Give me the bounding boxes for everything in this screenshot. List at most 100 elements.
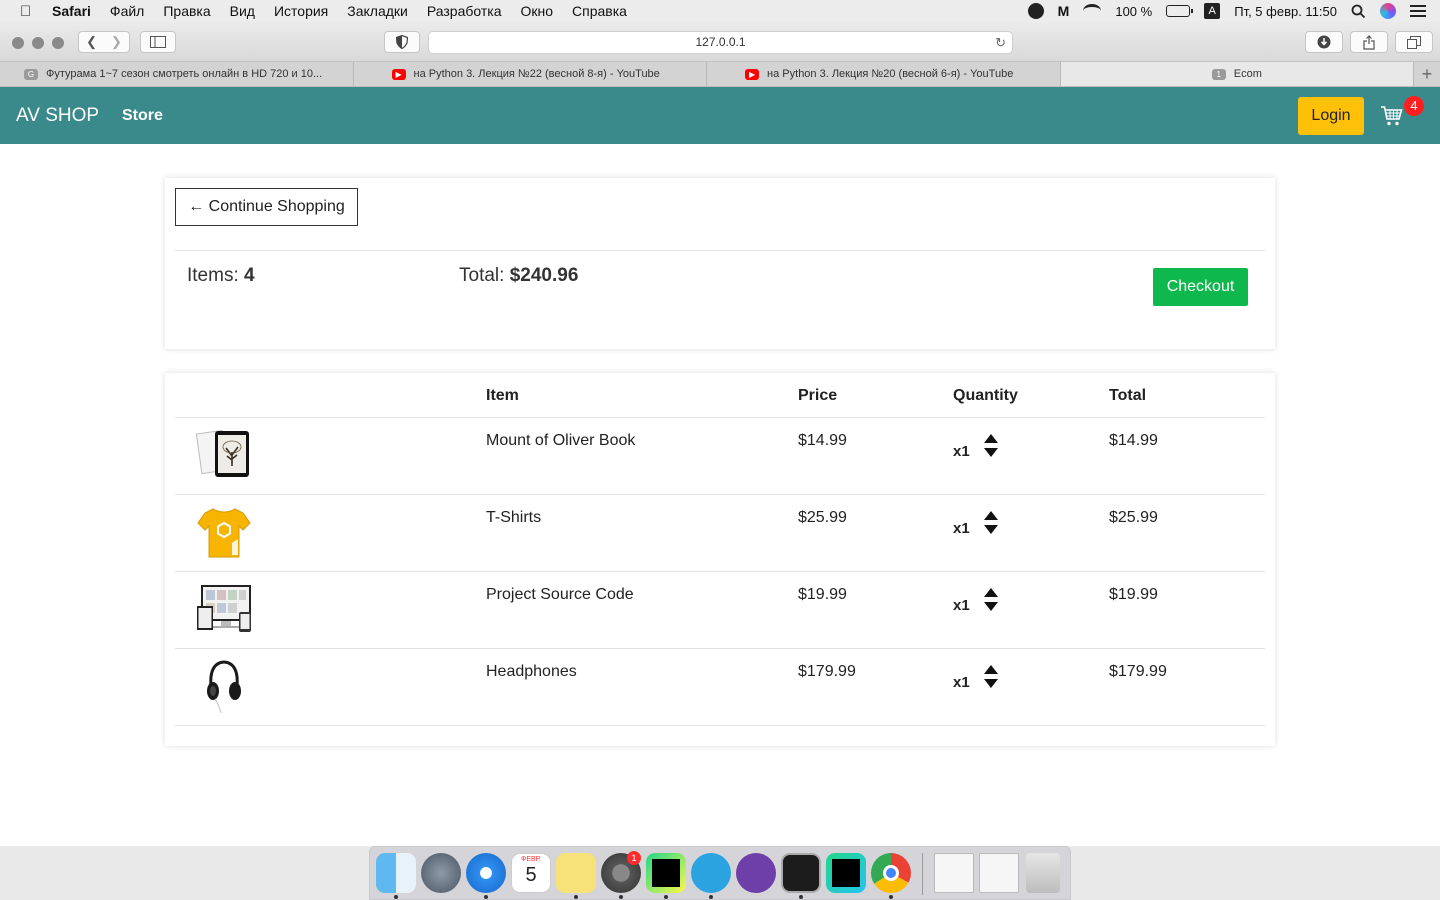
- menu-file[interactable]: Файл: [110, 3, 144, 19]
- cart-icon[interactable]: [1380, 104, 1404, 128]
- address-bar[interactable]: 127.0.0.1 ↻: [428, 31, 1013, 54]
- notification-center-icon[interactable]: [1410, 5, 1426, 17]
- calendar-icon[interactable]: ФЕВР. 5: [511, 853, 551, 893]
- downloads-button[interactable]: [1305, 31, 1343, 53]
- macos-dock: ФЕВР. 5 1: [369, 846, 1071, 900]
- menu-edit[interactable]: Правка: [163, 3, 210, 19]
- window-preview-icon[interactable]: [934, 853, 974, 893]
- safari-icon[interactable]: [466, 853, 506, 893]
- spotlight-search-icon[interactable]: [1351, 4, 1366, 19]
- running-indicator: [574, 895, 578, 899]
- url-text: 127.0.0.1: [695, 35, 746, 49]
- github-desktop-icon[interactable]: [736, 853, 776, 893]
- tab-favicon-number: 1: [1211, 68, 1226, 80]
- arrow-up-icon[interactable]: [984, 434, 998, 443]
- forward-icon[interactable]: ❯: [111, 34, 122, 50]
- menu-help[interactable]: Справка: [572, 3, 627, 19]
- tab-overview-button[interactable]: [1395, 31, 1433, 53]
- calendar-month: ФЕВР.: [521, 856, 541, 863]
- item-total: $14.99: [1109, 432, 1158, 449]
- tab-title: на Python 3. Лекция №22 (весной 8-я) - Y…: [413, 68, 660, 80]
- window-minimize-button[interactable]: [32, 37, 44, 49]
- launchpad-icon[interactable]: [421, 853, 461, 893]
- running-indicator: [484, 895, 488, 899]
- column-header-quantity: Quantity: [953, 387, 1018, 404]
- pycharm-logo-square: [832, 859, 860, 887]
- menu-app-name[interactable]: Safari: [52, 3, 91, 19]
- stickies-icon[interactable]: [556, 853, 596, 893]
- wifi-icon[interactable]: [1083, 4, 1102, 18]
- notification-badge: 1: [627, 851, 641, 865]
- youtube-favicon-icon: ▶: [745, 68, 760, 80]
- arrow-down-icon[interactable]: [984, 448, 998, 457]
- macos-menu-bar:  Safari Файл Правка Вид История Закладк…: [0, 0, 1440, 22]
- sidebar-toggle-button[interactable]: [140, 31, 176, 53]
- item-name: Mount of Oliver Book: [486, 432, 636, 449]
- menu-clock[interactable]: Пт, 5 февр. 11:50: [1234, 4, 1337, 19]
- arrow-down-icon[interactable]: [984, 602, 998, 611]
- site-navbar: AV SHOP Store Login 4: [0, 87, 1440, 144]
- apple-menu-icon[interactable]: : [20, 3, 38, 20]
- black-headphones-image: [207, 660, 241, 714]
- menu-view[interactable]: Вид: [230, 3, 255, 19]
- arrow-down-icon[interactable]: [984, 525, 998, 534]
- siri-icon[interactable]: [1380, 3, 1396, 19]
- tab-bar: G Футурама 1~7 сезон смотреть онлайн в H…: [0, 62, 1440, 87]
- menu-develop[interactable]: Разработка: [427, 3, 502, 19]
- privacy-shield-button[interactable]: [384, 31, 420, 53]
- telegram-icon[interactable]: [691, 853, 731, 893]
- cart-count-badge: 4: [1404, 96, 1424, 116]
- items-value: 4: [244, 265, 255, 286]
- row-divider: [175, 494, 1265, 495]
- arrow-down-icon[interactable]: [984, 679, 998, 688]
- calendar-day: 5: [525, 864, 537, 886]
- arrow-up-icon[interactable]: [984, 665, 998, 674]
- terminal-icon[interactable]: [781, 853, 821, 893]
- pycharm-ce-icon[interactable]: [826, 853, 866, 893]
- continue-shopping-button[interactable]: ← Continue Shopping: [175, 188, 358, 226]
- telegram-status-icon[interactable]: [1027, 3, 1044, 19]
- row-divider: [175, 725, 1265, 726]
- tab-futurama[interactable]: G Футурама 1~7 сезон смотреть онлайн в H…: [0, 62, 354, 86]
- item-price: $19.99: [798, 586, 847, 603]
- back-icon[interactable]: ❮: [86, 34, 97, 50]
- site-brand[interactable]: AV SHOP: [16, 105, 99, 127]
- row-divider: [175, 571, 1265, 572]
- shield-icon: [396, 35, 408, 49]
- running-indicator: [619, 895, 623, 899]
- menu-window[interactable]: Окно: [520, 3, 553, 19]
- arrow-up-icon[interactable]: [984, 588, 998, 597]
- devices-screens-image: [197, 585, 251, 632]
- pycharm-icon[interactable]: [646, 853, 686, 893]
- login-button[interactable]: Login: [1298, 97, 1364, 135]
- item-quantity: x1: [953, 443, 970, 460]
- trash-icon[interactable]: [1026, 853, 1060, 893]
- window-preview-icon[interactable]: [979, 853, 1019, 893]
- tab-youtube-lecture-20[interactable]: ▶ на Python 3. Лекция №20 (весной 6-я) -…: [707, 62, 1061, 86]
- column-header-item: Item: [486, 387, 519, 404]
- share-button[interactable]: [1350, 31, 1388, 53]
- battery-percent: 100 %: [1115, 3, 1153, 19]
- input-source-icon[interactable]: A: [1204, 3, 1221, 19]
- menu-history[interactable]: История: [274, 3, 328, 19]
- checkout-button[interactable]: Checkout: [1153, 268, 1248, 306]
- nav-store-link[interactable]: Store: [122, 107, 163, 125]
- window-close-button[interactable]: [12, 37, 24, 49]
- menu-bookmarks[interactable]: Закладки: [347, 3, 408, 19]
- arrow-up-icon[interactable]: [984, 511, 998, 520]
- divider: [175, 250, 1265, 251]
- tab-youtube-lecture-22[interactable]: ▶ на Python 3. Лекция №22 (весной 8-я) -…: [354, 62, 708, 86]
- tab-ecom-active[interactable]: 1 Ecom: [1060, 62, 1415, 86]
- finder-icon[interactable]: [376, 853, 416, 893]
- new-tab-button[interactable]: +: [1414, 62, 1440, 86]
- reload-icon[interactable]: ↻: [995, 32, 1006, 53]
- book-tablet-image: [195, 429, 249, 477]
- battery-icon[interactable]: [1166, 5, 1194, 17]
- chrome-icon[interactable]: [871, 853, 911, 893]
- running-indicator: [709, 895, 713, 899]
- running-indicator: [799, 895, 803, 899]
- item-name: T-Shirts: [486, 509, 542, 526]
- m-status-icon[interactable]: M: [1058, 3, 1070, 19]
- window-zoom-button[interactable]: [52, 37, 64, 49]
- item-quantity: x1: [953, 597, 970, 614]
